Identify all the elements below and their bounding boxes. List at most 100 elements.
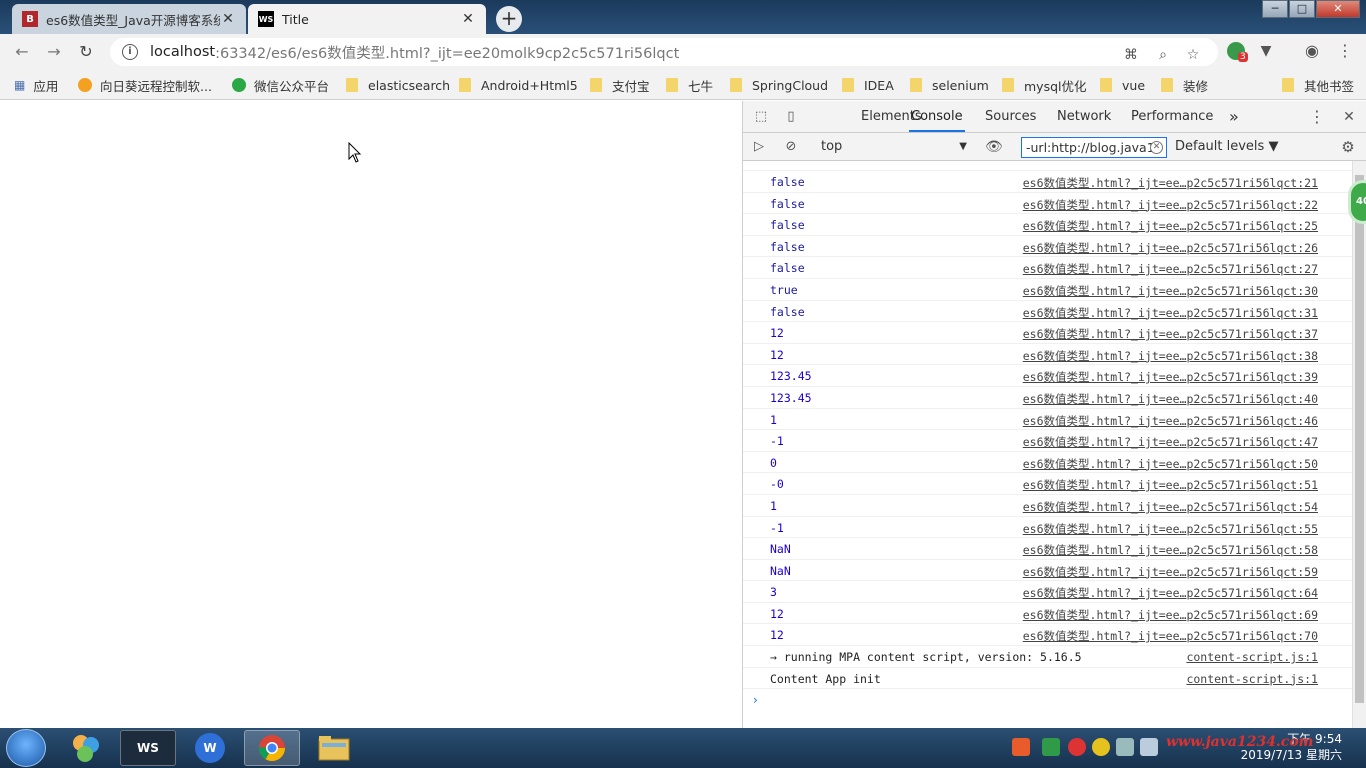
devtools-menu-icon[interactable]: ⋮ (1309, 109, 1325, 125)
console-source-link[interactable]: es6数值类型.html?_ijt=ee…p2c5c571ri56lqct:31 (1023, 305, 1318, 321)
console-source-link[interactable]: es6数值类型.html?_ijt=ee…p2c5c571ri56lqct:54 (1023, 499, 1318, 515)
bookmark-other[interactable]: 其他书签 (1282, 76, 1354, 94)
reload-icon[interactable]: ↻ (76, 42, 96, 62)
live-expression-eye-icon[interactable]: 👁 (985, 139, 1003, 155)
taskbar-app-icon[interactable] (58, 730, 114, 766)
console-source-link[interactable]: es6数值类型.html?_ijt=ee…p2c5c571ri56lqct:30 (1023, 283, 1318, 299)
tab-console[interactable]: Console (909, 101, 965, 132)
sidebar-toggle-icon[interactable]: ▷ (751, 139, 767, 155)
bookmark-folder[interactable]: 装修 (1161, 76, 1208, 94)
bookmark-star-icon[interactable]: ☆ (1184, 46, 1202, 64)
log-levels-dropdown[interactable]: Default levels ▼ (1175, 137, 1278, 157)
blog-favicon-icon: B (22, 11, 38, 27)
bookmark-folder[interactable]: mysql优化 (1002, 76, 1087, 94)
bookmark-folder[interactable]: IDEA (842, 76, 894, 94)
console-prompt[interactable]: › (743, 689, 1353, 711)
tab-network[interactable]: Network (1055, 101, 1113, 132)
floating-badge[interactable]: 40 (1348, 180, 1366, 224)
console-source-link[interactable]: es6数值类型.html?_ijt=ee…p2c5c571ri56lqct:59 (1023, 564, 1318, 580)
tray-icon[interactable] (1012, 738, 1030, 756)
console-source-link[interactable]: es6数值类型.html?_ijt=ee…p2c5c571ri56lqct:64 (1023, 585, 1318, 601)
console-source-link[interactable]: es6数值类型.html?_ijt=ee…p2c5c571ri56lqct:25 (1023, 218, 1318, 234)
console-source-link[interactable]: es6数值类型.html?_ijt=ee…p2c5c571ri56lqct:70 (1023, 628, 1318, 644)
close-devtools-icon[interactable]: ✕ (1341, 109, 1357, 125)
close-window-button[interactable]: ✕ (1316, 0, 1360, 18)
console-source-link[interactable]: es6数值类型.html?_ijt=ee…p2c5c571ri56lqct:26 (1023, 240, 1318, 256)
tab-performance[interactable]: Performance (1129, 101, 1215, 132)
bookmark-folder[interactable]: SpringCloud (730, 76, 828, 94)
console-source-link[interactable]: es6数值类型.html?_ijt=ee…p2c5c571ri56lqct:58 (1023, 542, 1318, 558)
tab-sources[interactable]: Sources (983, 101, 1038, 132)
console-scrollbar[interactable] (1352, 161, 1366, 728)
menu-icon[interactable]: ⋮ (1336, 42, 1354, 60)
console-row: false es6数值类型.html?_ijt=ee…p2c5c571ri56lq… (743, 193, 1353, 215)
taskbar-webstorm[interactable]: WS (120, 730, 176, 766)
console-source-link[interactable]: es6数值类型.html?_ijt=ee…p2c5c571ri56lqct:55 (1023, 521, 1318, 537)
browser-tab-title[interactable]: WS Title ✕ (248, 4, 486, 34)
bookmark-folder[interactable]: elasticsearch (346, 76, 450, 94)
taskbar-chrome[interactable] (244, 730, 300, 766)
console-settings-gear-icon[interactable]: ⚙ (1340, 139, 1356, 155)
page-viewport[interactable] (0, 101, 742, 728)
console-row: 12 es6数值类型.html?_ijt=ee…p2c5c571ri56lqct:… (743, 624, 1353, 647)
tray-icon[interactable] (1092, 738, 1110, 756)
site-info-icon[interactable]: i (122, 44, 138, 60)
close-tab-icon[interactable]: ✕ (220, 11, 236, 27)
device-toolbar-icon[interactable]: ▯ (783, 109, 799, 125)
clear-console-icon[interactable]: ⊘ (783, 139, 799, 155)
bookmark-folder[interactable]: 支付宝 (590, 76, 650, 94)
bookmark-folder[interactable]: Android+Html5 (459, 76, 578, 94)
scrollbar-thumb[interactable] (1355, 175, 1364, 703)
zoom-icon[interactable]: ⌕ (1154, 46, 1172, 64)
start-button[interactable] (6, 729, 46, 767)
new-tab-button[interactable]: + (496, 6, 522, 32)
console-source-link[interactable]: content-script.js:1 (1186, 672, 1318, 686)
context-selector[interactable]: top ▼ (821, 137, 971, 157)
vpn-extension-icon[interactable]: ▼ (1257, 42, 1275, 60)
bookmark-sunflower[interactable]: 向日葵远程控制软... (78, 76, 212, 94)
console-source-link[interactable]: es6数值类型.html?_ijt=ee…p2c5c571ri56lqct:38 (1023, 348, 1318, 364)
address-bar[interactable]: i localhost:63342/es6/es6数值类型.html?_ijt=… (110, 38, 1218, 66)
forward-icon[interactable]: → (44, 42, 64, 62)
security-shield-icon[interactable] (1042, 738, 1060, 756)
console-source-link[interactable]: es6数值类型.html?_ijt=ee…p2c5c571ri56lqct:47 (1023, 434, 1318, 450)
close-tab-icon[interactable]: ✕ (460, 11, 476, 27)
console-message: false (770, 175, 805, 189)
console-source-link[interactable]: content-script.js:1 (1186, 650, 1318, 664)
console-source-link[interactable]: es6数值类型.html?_ijt=ee…p2c5c571ri56lqct:50 (1023, 456, 1318, 472)
console-message: → running MPA content script, version: 5… (770, 650, 1082, 665)
folder-icon (730, 78, 742, 92)
browser-tab-blog[interactable]: B es6数值类型_Java开源博客系统 ✕ (12, 4, 246, 34)
console-message: 12 (770, 326, 784, 341)
console-source-link[interactable]: es6数值类型.html?_ijt=ee…p2c5c571ri56lqct:69 (1023, 607, 1318, 623)
console-filter-input[interactable]: -url:http://blog.java1 ✕ (1021, 137, 1167, 158)
console-source-link[interactable]: es6数值类型.html?_ijt=ee…p2c5c571ri56lqct:21 (1023, 175, 1318, 191)
maximize-button[interactable]: □ (1289, 0, 1315, 18)
clear-filter-icon[interactable]: ✕ (1150, 141, 1163, 154)
bookmark-folder[interactable]: vue (1100, 76, 1145, 94)
console-source-link[interactable]: es6数值类型.html?_ijt=ee…p2c5c571ri56lqct:37 (1023, 326, 1318, 342)
console-source-link[interactable]: es6数值类型.html?_ijt=ee…p2c5c571ri56lqct:40 (1023, 391, 1318, 407)
console-source-link[interactable]: es6数值类型.html?_ijt=ee…p2c5c571ri56lqct:27 (1023, 261, 1318, 277)
console-message: NaN (770, 542, 791, 557)
inspect-element-icon[interactable]: ⬚ (753, 109, 769, 125)
minimize-button[interactable]: ─ (1262, 0, 1288, 18)
action-center-icon[interactable] (1140, 738, 1158, 756)
bookmark-folder[interactable]: 七牛 (666, 76, 713, 94)
back-icon[interactable]: ← (12, 42, 32, 62)
profile-icon[interactable]: ◉ (1303, 42, 1321, 60)
taskbar-wps[interactable]: W (182, 730, 238, 766)
tray-icon[interactable] (1068, 738, 1086, 756)
bookmark-apps[interactable]: ▦ 应用 (14, 76, 58, 94)
console-source-link[interactable]: es6数值类型.html?_ijt=ee…p2c5c571ri56lqct:46 (1023, 413, 1318, 429)
console-source-link[interactable]: es6数值类型.html?_ijt=ee…p2c5c571ri56lqct:39 (1023, 369, 1318, 385)
network-icon[interactable] (1116, 738, 1134, 756)
translate-icon[interactable]: ⌘ (1122, 46, 1140, 64)
bookmark-folder[interactable]: selenium (910, 76, 989, 94)
more-tabs-icon[interactable]: » (1227, 101, 1241, 132)
console-source-link[interactable]: es6数值类型.html?_ijt=ee…p2c5c571ri56lqct:51 (1023, 477, 1318, 493)
console-source-link[interactable]: es6数值类型.html?_ijt=ee…p2c5c571ri56lqct:22 (1023, 197, 1318, 213)
taskbar-explorer[interactable] (306, 730, 362, 766)
bookmark-wechat[interactable]: 微信公众平台 (232, 76, 329, 94)
tab-strip: B es6数值类型_Java开源博客系统 ✕ WS Title ✕ + ─ □ … (0, 0, 1366, 34)
